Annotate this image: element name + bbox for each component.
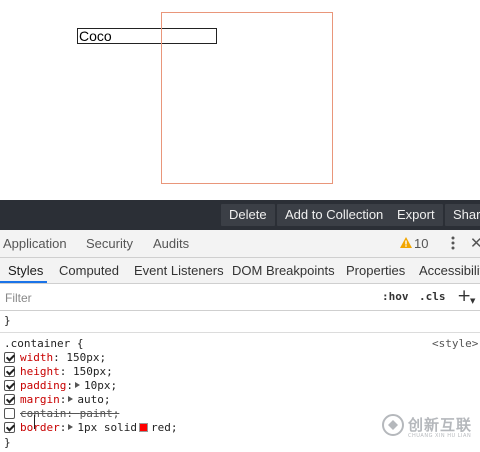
- filter-input[interactable]: [2, 288, 370, 308]
- expand-triangle-icon[interactable]: [68, 396, 74, 402]
- property-name[interactable]: padding: [20, 379, 66, 392]
- declaration-border[interactable]: border: 1px solid red;: [4, 421, 177, 435]
- expand-triangle-icon[interactable]: [68, 424, 74, 430]
- warning-icon[interactable]: [400, 237, 412, 248]
- tab-security[interactable]: Security: [86, 236, 133, 251]
- watermark-text: 创新互联: [408, 416, 473, 434]
- chevron-down-icon[interactable]: ▼: [470, 297, 475, 305]
- property-value[interactable]: 150px;: [66, 351, 106, 364]
- declaration-checkbox[interactable]: [4, 380, 15, 391]
- property-name[interactable]: width: [20, 351, 53, 364]
- tab-styles[interactable]: Styles: [8, 263, 43, 278]
- property-name[interactable]: margin: [20, 393, 60, 406]
- tab-event-listeners[interactable]: Event Listeners: [134, 263, 224, 278]
- declaration-width[interactable]: width: 150px;: [4, 351, 106, 365]
- declaration-checkbox[interactable]: [4, 366, 15, 377]
- export-button[interactable]: Export: [389, 204, 443, 226]
- color-swatch[interactable]: [138, 423, 148, 432]
- property-value[interactable]: 10px;: [84, 379, 117, 392]
- tab-dom-breakpoints[interactable]: DOM Breakpoints: [232, 263, 335, 278]
- active-tab-indicator: [0, 281, 47, 283]
- close-icon[interactable]: ✕: [470, 234, 480, 252]
- text-cursor: [34, 415, 35, 429]
- tab-accessibility[interactable]: Accessibility: [419, 263, 480, 278]
- rule-close-brace: }: [4, 436, 11, 449]
- declaration-height[interactable]: height: 150px;: [4, 365, 113, 379]
- declaration-checkbox[interactable]: [4, 422, 15, 433]
- property-value[interactable]: paint;: [80, 407, 120, 420]
- declaration-checkbox[interactable]: [4, 352, 15, 363]
- declaration-checkbox[interactable]: [4, 394, 15, 405]
- container-box: [161, 12, 333, 184]
- class-toggle[interactable]: .cls: [419, 290, 446, 303]
- tab-audits[interactable]: Audits: [153, 236, 189, 251]
- action-toolbar: Delete Add to Collection Export Share: [0, 200, 480, 230]
- property-value-color[interactable]: red;: [151, 421, 178, 434]
- tab-application[interactable]: Application: [3, 236, 67, 251]
- property-value[interactable]: 150px;: [73, 365, 113, 378]
- delete-button[interactable]: Delete: [221, 204, 275, 226]
- property-value[interactable]: 1px solid: [77, 421, 137, 434]
- declaration-contain[interactable]: contain: paint;: [4, 407, 119, 421]
- warning-count[interactable]: 10: [414, 236, 428, 251]
- declaration-checkbox[interactable]: [4, 408, 15, 419]
- property-name[interactable]: border: [20, 421, 60, 434]
- property-value[interactable]: auto;: [77, 393, 110, 406]
- tab-properties[interactable]: Properties: [346, 263, 405, 278]
- filter-bar: :hov .cls + ▼: [0, 285, 480, 311]
- share-button[interactable]: Share: [445, 204, 480, 226]
- watermark: 创新互联 CHUANG XIN HU LIAN: [380, 410, 480, 450]
- rule-divider: [0, 332, 480, 333]
- tab-computed[interactable]: Computed: [59, 263, 119, 278]
- property-name[interactable]: contain: [20, 407, 66, 420]
- devtools-tabbar: Application Security Audits 10 ✕: [0, 230, 480, 258]
- rule-source-link[interactable]: <style>: [432, 337, 478, 350]
- expand-triangle-icon[interactable]: [74, 382, 80, 388]
- rule-selector[interactable]: .container {: [4, 337, 83, 350]
- watermark-subtext: CHUANG XIN HU LIAN: [408, 433, 472, 439]
- property-name[interactable]: height: [20, 365, 60, 378]
- declaration-margin[interactable]: margin: auto;: [4, 393, 111, 407]
- add-to-collection-button[interactable]: Add to Collection: [277, 204, 392, 226]
- more-options-icon[interactable]: [451, 235, 455, 251]
- previous-rule-close-brace: }: [4, 314, 11, 327]
- elements-subtabs: Styles Computed Event Listeners DOM Brea…: [0, 258, 480, 284]
- declaration-padding[interactable]: padding: 10px;: [4, 379, 117, 393]
- hover-state-toggle[interactable]: :hov: [382, 290, 409, 303]
- watermark-logo-icon: [382, 414, 404, 436]
